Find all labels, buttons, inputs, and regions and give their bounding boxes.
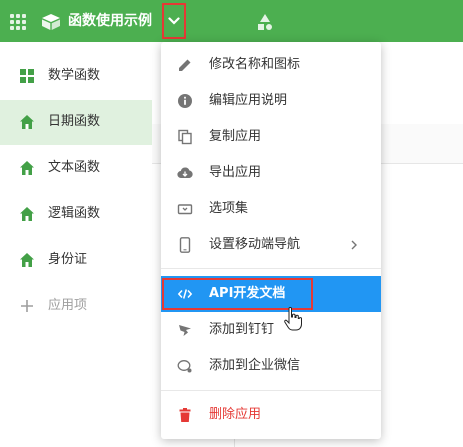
trash-icon xyxy=(179,408,191,422)
hand-cursor-icon xyxy=(284,307,302,331)
chevron-down-icon xyxy=(168,17,180,25)
pencil-icon xyxy=(179,59,191,71)
app-menu-toggle-button[interactable] xyxy=(162,3,186,39)
menu-item-export-app[interactable]: 导出应用 xyxy=(161,155,381,191)
copy-icon xyxy=(178,129,192,145)
wecom-icon xyxy=(177,360,192,373)
top-bar: 函数使用示例 xyxy=(0,0,463,42)
option-set-icon xyxy=(177,204,193,215)
sidebar-item-label: 文本函数 xyxy=(48,160,101,175)
menu-item-label: API开发文档 xyxy=(209,286,286,301)
menu-item-label: 添加到企业微信 xyxy=(209,358,301,373)
sidebar-item-label: 日期函数 xyxy=(48,114,101,129)
sidebar-item-id-card[interactable]: 身份证 xyxy=(0,238,152,283)
sidebar-item-label: 应用项 xyxy=(48,298,88,313)
sidebar-item-math[interactable]: 数学函数 xyxy=(0,54,152,99)
sidebar-item-label: 逻辑函数 xyxy=(48,206,101,221)
home-icon xyxy=(20,161,34,175)
info-icon xyxy=(178,94,192,108)
menu-item-edit-description[interactable]: 编辑应用说明 xyxy=(161,83,381,119)
code-icon xyxy=(177,289,193,299)
sidebar-item-label: 数学函数 xyxy=(48,68,101,83)
menu-item-api-docs[interactable]: API开发文档 xyxy=(161,276,381,312)
menu-item-label: 修改名称和图标 xyxy=(209,57,301,72)
table-grid-icon xyxy=(20,69,34,83)
menu-item-label: 编辑应用说明 xyxy=(209,93,288,108)
sidebar-item-label: 身份证 xyxy=(48,252,88,267)
plus-icon xyxy=(21,300,33,312)
dingtalk-icon xyxy=(179,325,191,336)
menu-item-label: 添加到钉钉 xyxy=(209,322,275,337)
app-cube-icon xyxy=(42,14,60,30)
app-actions-menu: 修改名称和图标 编辑应用说明 复制应用 导出应用 选项集 设置移动端导航 API… xyxy=(161,42,381,439)
home-icon xyxy=(20,115,34,129)
menu-item-label: 复制应用 xyxy=(209,129,262,144)
shapes-icon[interactable] xyxy=(256,13,274,31)
menu-divider xyxy=(161,390,381,391)
chevron-right-icon xyxy=(351,240,357,250)
mobile-icon xyxy=(179,237,191,253)
menu-divider xyxy=(161,268,381,269)
sidebar-item-logic[interactable]: 逻辑函数 xyxy=(0,192,152,237)
sidebar-add-app-item[interactable]: 应用项 xyxy=(0,284,152,329)
menu-item-delete-app[interactable]: 删除应用 xyxy=(161,397,381,433)
menu-item-label: 删除应用 xyxy=(209,407,262,422)
menu-item-add-dingtalk[interactable]: 添加到钉钉 xyxy=(161,312,381,348)
sidebar-item-date[interactable]: 日期函数 xyxy=(0,100,152,145)
menu-item-mobile-nav[interactable]: 设置移动端导航 xyxy=(161,227,381,263)
home-icon xyxy=(20,207,34,221)
home-icon xyxy=(20,253,34,267)
sidebar-item-text[interactable]: 文本函数 xyxy=(0,146,152,191)
menu-item-label: 导出应用 xyxy=(209,165,262,180)
menu-item-label: 设置移动端导航 xyxy=(209,237,301,252)
cloud-download-icon xyxy=(177,167,193,179)
menu-item-add-wecom[interactable]: 添加到企业微信 xyxy=(161,348,381,384)
menu-item-copy-app[interactable]: 复制应用 xyxy=(161,119,381,155)
menu-item-option-set[interactable]: 选项集 xyxy=(161,191,381,227)
menu-item-rename[interactable]: 修改名称和图标 xyxy=(161,47,381,83)
menu-item-label: 选项集 xyxy=(209,201,249,216)
grid-icon[interactable] xyxy=(10,14,26,30)
app-title: 函数使用示例 xyxy=(68,13,152,29)
sidebar: 数学函数 日期函数 文本函数 逻辑函数 身份证 应用项 xyxy=(0,42,152,447)
